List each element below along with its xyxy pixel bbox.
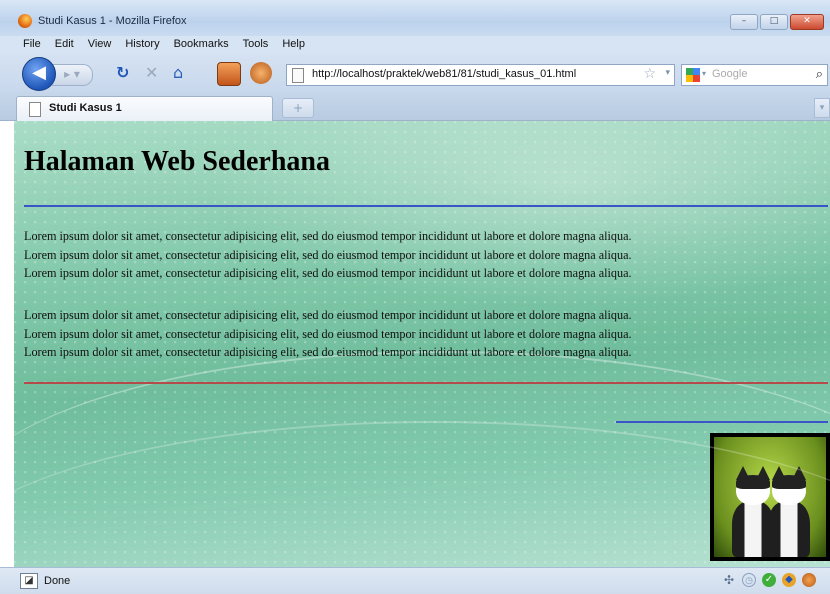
- addon-icon[interactable]: [802, 573, 816, 587]
- title-bar: Studi Kasus 1 - Mozilla Firefox – □ ✕: [0, 0, 830, 37]
- addon-icon[interactable]: [217, 62, 241, 86]
- url-text[interactable]: http://localhost/praktek/web81/81/studi_…: [312, 68, 576, 80]
- page-content: Halaman Web Sederhana Lorem ipsum dolor …: [14, 121, 830, 567]
- kitten-figure: [766, 466, 812, 557]
- browser-window: Studi Kasus 1 - Mozilla Firefox – □ ✕ Fi…: [0, 0, 830, 594]
- google-icon[interactable]: [686, 68, 700, 82]
- shield-icon[interactable]: ◆: [782, 573, 796, 587]
- menu-view[interactable]: View: [81, 36, 119, 54]
- navigation-toolbar: ▸ ▾ ◀ ↻ ✕ ⌂ http://localhost/praktek/web…: [0, 54, 830, 92]
- status-tray: ✣ ◷ ✓ ◆: [722, 573, 816, 587]
- menu-history[interactable]: History: [118, 36, 166, 54]
- magnifier-icon[interactable]: ⌕: [816, 67, 823, 82]
- back-button[interactable]: ◀: [22, 57, 56, 91]
- image-background: [714, 437, 826, 557]
- forward-button[interactable]: ▸ ▾: [52, 64, 93, 86]
- paragraph: Lorem ipsum dolor sit amet, consectetur …: [24, 306, 824, 362]
- page-title: Halaman Web Sederhana: [24, 146, 330, 177]
- stop-icon[interactable]: ✕: [145, 65, 158, 81]
- paragraph-line: Lorem ipsum dolor sit amet, consectetur …: [24, 308, 632, 322]
- chevron-down-icon[interactable]: ▾: [665, 68, 670, 78]
- home-icon[interactable]: ⌂: [173, 65, 183, 81]
- menu-help[interactable]: Help: [275, 36, 312, 54]
- tab-bar: Studi Kasus 1 + ▾: [0, 92, 830, 121]
- close-button[interactable]: ✕: [790, 14, 824, 30]
- horizontal-rule-red: [24, 382, 828, 384]
- menu-bookmarks[interactable]: Bookmarks: [167, 36, 236, 54]
- puzzle-icon[interactable]: ✣: [722, 573, 736, 587]
- chevron-down-icon[interactable]: ▾: [702, 69, 706, 78]
- search-bar[interactable]: ▾ Google ⌕: [681, 64, 828, 86]
- horizontal-rule-blue: [24, 205, 828, 207]
- tab-studi-kasus-1[interactable]: Studi Kasus 1: [16, 96, 273, 121]
- page-icon: [29, 102, 41, 117]
- status-icon: ◪: [20, 573, 38, 589]
- firefox-logo-icon: [18, 14, 32, 28]
- new-tab-button[interactable]: +: [282, 98, 314, 118]
- paragraph-line: Lorem ipsum dolor sit amet, consectetur …: [24, 266, 632, 280]
- paragraph-line: Lorem ipsum dolor sit amet, consectetur …: [24, 345, 632, 359]
- check-icon[interactable]: ✓: [762, 573, 776, 587]
- status-text: Done: [44, 575, 71, 587]
- window-title: Studi Kasus 1 - Mozilla Firefox: [38, 15, 187, 27]
- reload-icon[interactable]: ↻: [116, 65, 129, 81]
- paragraph: Lorem ipsum dolor sit amet, consectetur …: [24, 227, 824, 283]
- paragraph-line: Lorem ipsum dolor sit amet, consectetur …: [24, 229, 632, 243]
- search-input[interactable]: Google: [712, 68, 747, 80]
- menu-bar: File Edit View History Bookmarks Tools H…: [0, 36, 830, 54]
- address-bar[interactable]: http://localhost/praktek/web81/81/studi_…: [286, 64, 675, 86]
- kittens-image: [710, 433, 830, 561]
- window-controls: – □ ✕: [730, 14, 824, 30]
- tab-label: Studi Kasus 1: [49, 102, 122, 114]
- minimize-button[interactable]: –: [730, 14, 758, 30]
- maximize-button[interactable]: □: [760, 14, 788, 30]
- menu-tools[interactable]: Tools: [236, 36, 276, 54]
- page-icon: [292, 68, 304, 83]
- kitten-figure: [730, 466, 776, 557]
- status-bar: ◪ Done ✣ ◷ ✓ ◆: [0, 567, 830, 594]
- menu-file[interactable]: File: [0, 36, 48, 54]
- paragraph-line: Lorem ipsum dolor sit amet, consectetur …: [24, 326, 632, 341]
- horizontal-rule-blue-short: [616, 421, 828, 423]
- clock-icon[interactable]: ◷: [742, 573, 756, 587]
- menu-edit[interactable]: Edit: [48, 36, 81, 54]
- tab-list-button[interactable]: ▾: [814, 98, 830, 118]
- star-icon[interactable]: ☆: [643, 66, 656, 82]
- paragraph-line: Lorem ipsum dolor sit amet, consectetur …: [24, 247, 632, 262]
- addon-icon[interactable]: [250, 62, 272, 84]
